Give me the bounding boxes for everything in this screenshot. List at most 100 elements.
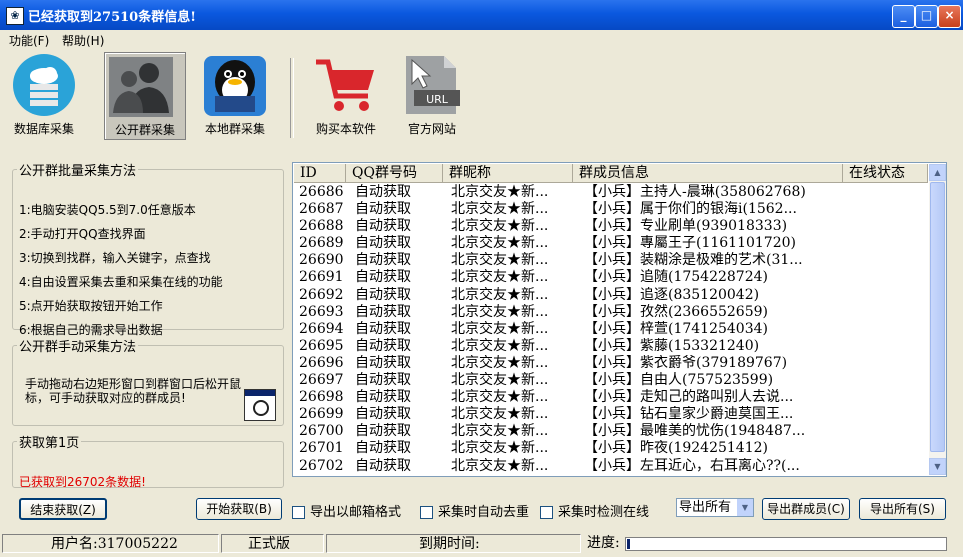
close-button[interactable]: × bbox=[938, 5, 961, 28]
chevron-down-icon[interactable]: ▼ bbox=[737, 499, 753, 516]
url-file-icon: URL bbox=[406, 56, 460, 114]
cell-member-info: 【小兵】专业刷单(939018333) bbox=[584, 218, 788, 235]
qq-penguin-icon bbox=[204, 56, 266, 116]
table-row[interactable]: 26697 自动获取 北京交友★新... 【小兵】自由人(757523599) bbox=[294, 372, 928, 389]
maximize-button[interactable]: □ bbox=[915, 5, 938, 28]
cell-id: 26690 bbox=[299, 252, 344, 269]
cell-group-number: 自动获取 bbox=[355, 354, 411, 371]
export-scope-select[interactable]: 导出所有 ▼ bbox=[676, 498, 754, 517]
toolbar-local-group-button[interactable]: 本地群采集 bbox=[195, 52, 275, 138]
cell-member-info: 【小兵】梓萱(1741254034) bbox=[584, 320, 768, 337]
cell-member-info: 【小兵】属于你们的银海i(1562... bbox=[584, 201, 797, 218]
results-table[interactable]: ID QQ群号码 群昵称 群成员信息 在线状态 26686 自动获取 北京交友★新.… bbox=[292, 162, 947, 477]
export-email-checkbox[interactable]: 导出以邮箱格式 bbox=[292, 501, 401, 520]
cell-member-info: 【小兵】左耳近心，右耳离心??(... bbox=[584, 457, 800, 474]
toolbar-website-button[interactable]: URL 官方网站 bbox=[392, 52, 472, 138]
shopping-cart-icon bbox=[316, 59, 374, 111]
table-row[interactable]: 26701 自动获取 北京交友★新... 【小兵】昨夜(1924251412) bbox=[294, 440, 928, 457]
status-bar: 用户名:317005222 正式版 到期时间: 进度: bbox=[0, 532, 963, 557]
table-row[interactable]: 26688 自动获取 北京交友★新... 【小兵】专业刷单(939018333) bbox=[294, 218, 928, 235]
table-row[interactable]: 26700 自动获取 北京交友★新... 【小兵】最唯美的忧伤(1948487... bbox=[294, 423, 928, 440]
table-row[interactable]: 26695 自动获取 北京交友★新... 【小兵】紫藤(153321240) bbox=[294, 338, 928, 355]
stop-fetch-button[interactable]: 结束获取(Z) bbox=[19, 498, 107, 520]
cell-member-info: 【小兵】装糊涂是极难的艺术(31... bbox=[584, 252, 803, 269]
cell-group-nickname: 北京交友★新... bbox=[451, 440, 549, 457]
table-row[interactable]: 26691 自动获取 北京交友★新... 【小兵】追随(1754228724) bbox=[294, 269, 928, 286]
cell-member-info: 【小兵】紫衣爵爷(379189767) bbox=[584, 354, 788, 371]
step-5: 5:点开始获取按钮开始工作 bbox=[19, 299, 163, 313]
manual-method-title: 公开群手动采集方法 bbox=[19, 340, 137, 355]
fetch-page-title: 获取第1页 bbox=[19, 436, 80, 451]
cell-member-info: 【小兵】追逐(835120042) bbox=[584, 286, 760, 303]
cell-group-number: 自动获取 bbox=[355, 337, 411, 354]
cell-member-info: 【小兵】專屬王子(1161101720) bbox=[584, 235, 796, 252]
minimize-button[interactable]: _ bbox=[892, 5, 915, 28]
cell-group-nickname: 北京交友★新... bbox=[451, 423, 549, 440]
cell-group-nickname: 北京交友★新... bbox=[451, 389, 549, 406]
cell-group-nickname: 北京交友★新... bbox=[451, 354, 549, 371]
check-online-checkbox[interactable]: 采集时检测在线 bbox=[540, 501, 649, 520]
cell-group-nickname: 北京交友★新... bbox=[451, 303, 549, 320]
menu-function[interactable]: 功能(F) bbox=[9, 32, 49, 49]
cell-group-number: 自动获取 bbox=[355, 286, 411, 303]
cell-group-nickname: 北京交友★新... bbox=[451, 372, 549, 389]
col-header-member-info[interactable]: 群成员信息 bbox=[573, 164, 843, 183]
toolbar-public-group-label: 公开群采集 bbox=[114, 123, 175, 137]
table-row[interactable]: 26698 自动获取 北京交友★新... 【小兵】走知己的路叫别人去说... bbox=[294, 389, 928, 406]
table-row[interactable]: 26694 自动获取 北京交友★新... 【小兵】梓萱(1741254034) bbox=[294, 321, 928, 338]
cell-member-info: 【小兵】钻石皇家少爵迪莫国王... bbox=[584, 406, 794, 423]
export-all-button[interactable]: 导出所有(S) bbox=[859, 498, 946, 520]
menu-help[interactable]: 帮助(H) bbox=[62, 32, 104, 49]
scroll-thumb[interactable] bbox=[930, 182, 945, 452]
drag-finder-target[interactable] bbox=[244, 389, 276, 421]
cell-id: 26687 bbox=[299, 201, 344, 218]
title-bar[interactable]: ❀ 已经获取到27510条群信息! _ □ × bbox=[0, 0, 963, 30]
col-header-group-number[interactable]: QQ群号码 bbox=[346, 164, 443, 183]
cell-member-info: 【小兵】主持人-晨琳(358062768) bbox=[584, 184, 806, 200]
vertical-scrollbar[interactable]: ▲ ▼ bbox=[929, 164, 946, 475]
table-row[interactable]: 26702 自动获取 北京交友★新... 【小兵】左耳近心，右耳离心??(... bbox=[294, 458, 928, 475]
col-header-online-status[interactable]: 在线状态 bbox=[843, 164, 928, 183]
table-row[interactable]: 26693 自动获取 北京交友★新... 【小兵】孜然(2366552659) bbox=[294, 304, 928, 321]
scroll-up-button[interactable]: ▲ bbox=[929, 164, 946, 181]
auto-dedupe-checkbox[interactable]: 采集时自动去重 bbox=[420, 501, 529, 520]
cell-group-number: 自动获取 bbox=[355, 252, 411, 269]
table-row[interactable]: 26689 自动获取 北京交友★新... 【小兵】專屬王子(1161101720) bbox=[294, 235, 928, 252]
check-online-checkbox-box[interactable] bbox=[540, 506, 553, 519]
table-row[interactable]: 26686 自动获取 北京交友★新... 【小兵】主持人-晨琳(358062768) bbox=[294, 184, 928, 201]
toolbar-database-button[interactable]: 数据库采集 bbox=[4, 52, 84, 138]
col-header-id[interactable]: ID bbox=[294, 164, 346, 183]
cell-member-info: 【小兵】自由人(757523599) bbox=[584, 372, 774, 389]
start-fetch-button[interactable]: 开始获取(B) bbox=[196, 498, 282, 520]
cell-group-number: 自动获取 bbox=[355, 440, 411, 457]
cell-member-info: 【小兵】最唯美的忧伤(1948487... bbox=[584, 423, 806, 440]
auto-dedupe-checkbox-box[interactable] bbox=[420, 506, 433, 519]
cell-group-nickname: 北京交友★新... bbox=[451, 286, 549, 303]
status-edition: 正式版 bbox=[221, 534, 324, 553]
cell-member-info: 【小兵】走知己的路叫别人去说... bbox=[584, 389, 794, 406]
export-email-checkbox-box[interactable] bbox=[292, 506, 305, 519]
cell-id: 26694 bbox=[299, 320, 344, 337]
scroll-down-button[interactable]: ▼ bbox=[929, 458, 946, 475]
toolbar-public-group-button[interactable]: 公开群采集 bbox=[104, 52, 186, 140]
cell-id: 26692 bbox=[299, 286, 344, 303]
toolbar-buy-button[interactable]: 购买本软件 bbox=[306, 52, 386, 138]
table-row[interactable]: 26699 自动获取 北京交友★新... 【小兵】钻石皇家少爵迪莫国王... bbox=[294, 406, 928, 423]
table-row[interactable]: 26696 自动获取 北京交友★新... 【小兵】紫衣爵爷(379189767) bbox=[294, 355, 928, 372]
table-row[interactable]: 26687 自动获取 北京交友★新... 【小兵】属于你们的银海i(1562... bbox=[294, 201, 928, 218]
cell-group-nickname: 北京交友★新... bbox=[451, 252, 549, 269]
table-row[interactable]: 26690 自动获取 北京交友★新... 【小兵】装糊涂是极难的艺术(31... bbox=[294, 252, 928, 269]
table-row[interactable]: 26692 自动获取 北京交友★新... 【小兵】追逐(835120042) bbox=[294, 287, 928, 304]
cell-group-nickname: 北京交友★新... bbox=[451, 235, 549, 252]
col-header-group-nickname[interactable]: 群昵称 bbox=[443, 164, 573, 183]
progress-fill bbox=[627, 539, 630, 549]
cell-id: 26693 bbox=[299, 303, 344, 320]
cell-id: 26702 bbox=[299, 457, 344, 474]
cell-id: 26689 bbox=[299, 235, 344, 252]
cell-id: 26696 bbox=[299, 354, 344, 371]
fetch-status-text: 已获取到26702条数据! bbox=[19, 475, 146, 489]
cell-id: 26697 bbox=[299, 372, 344, 389]
cell-group-nickname: 北京交友★新... bbox=[451, 406, 549, 423]
cell-group-number: 自动获取 bbox=[355, 235, 411, 252]
export-members-button[interactable]: 导出群成员(C) bbox=[762, 498, 850, 520]
